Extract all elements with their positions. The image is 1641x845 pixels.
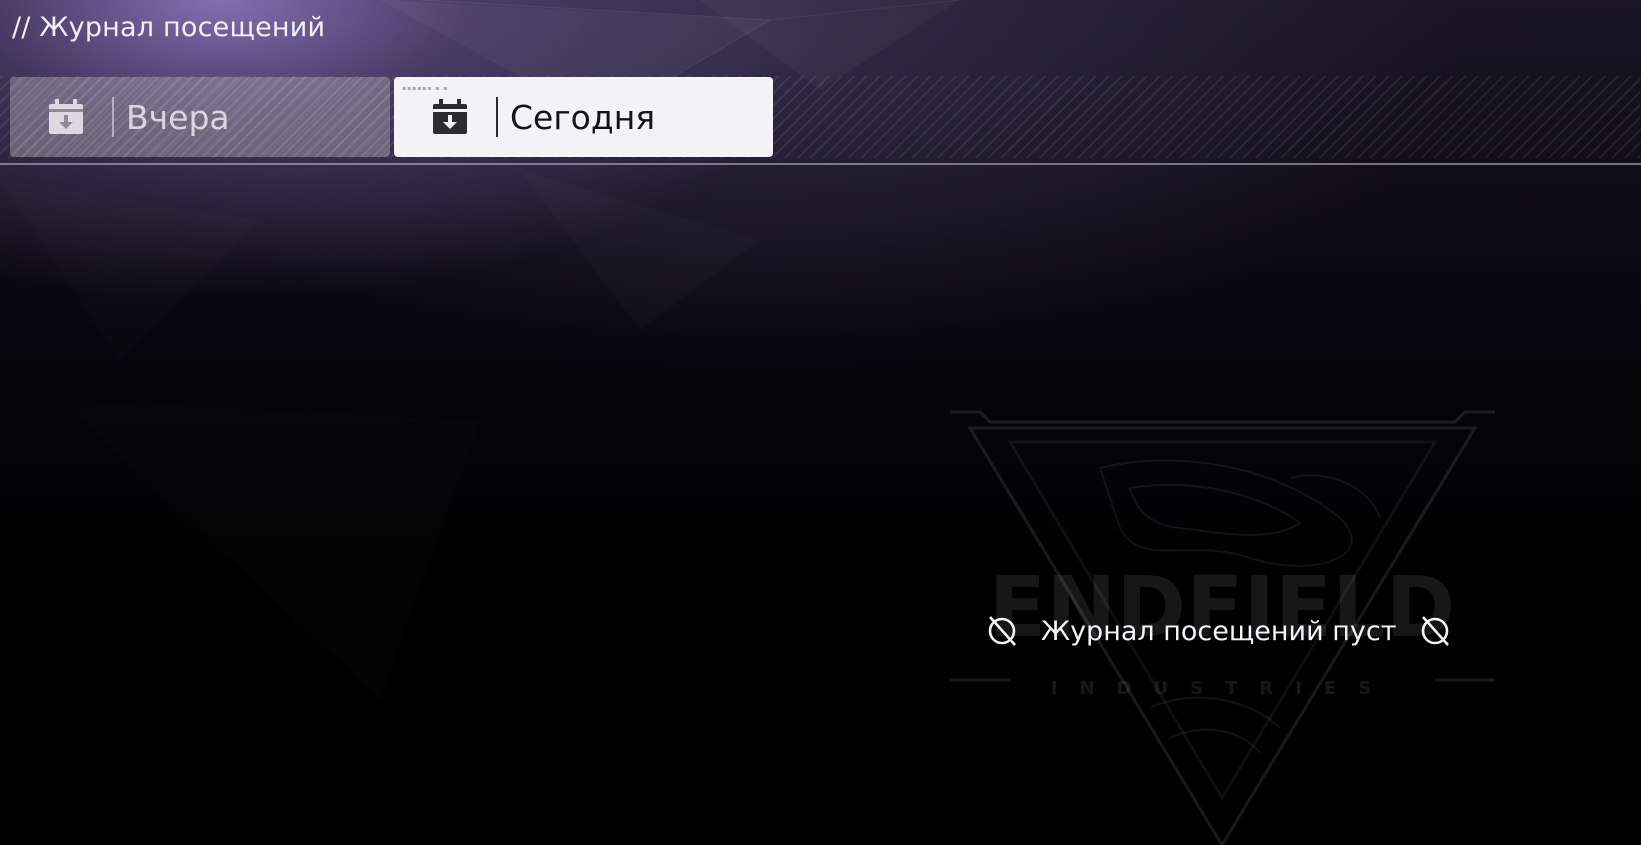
watermark-sub-text: INDUSTRIES	[1051, 678, 1393, 699]
empty-state: Журнал посещений пуст	[985, 614, 1452, 648]
calendar-download-icon	[433, 99, 467, 134]
visit-log-screen: // Журнал посещений Вчера ▪▪▪▪▪▪ ▪ ▪ Сег…	[0, 0, 1641, 845]
ban-icon	[1422, 616, 1450, 646]
empty-state-message: Журнал посещений пуст	[1041, 615, 1397, 647]
calendar-download-icon	[49, 99, 83, 134]
tab-today-label: Сегодня	[510, 97, 656, 137]
tab-corner-mark: ▪▪▪▪▪▪ ▪ ▪	[402, 85, 449, 92]
ban-icon	[988, 616, 1016, 646]
tab-separator	[496, 97, 498, 137]
tabs-underline	[0, 163, 1641, 165]
tab-today[interactable]: ▪▪▪▪▪▪ ▪ ▪ Сегодня	[394, 77, 773, 157]
tab-separator	[112, 97, 114, 137]
tab-yesterday[interactable]: Вчера	[10, 77, 390, 157]
tab-yesterday-label: Вчера	[126, 97, 230, 137]
page-title: // Журнал посещений	[12, 12, 326, 43]
